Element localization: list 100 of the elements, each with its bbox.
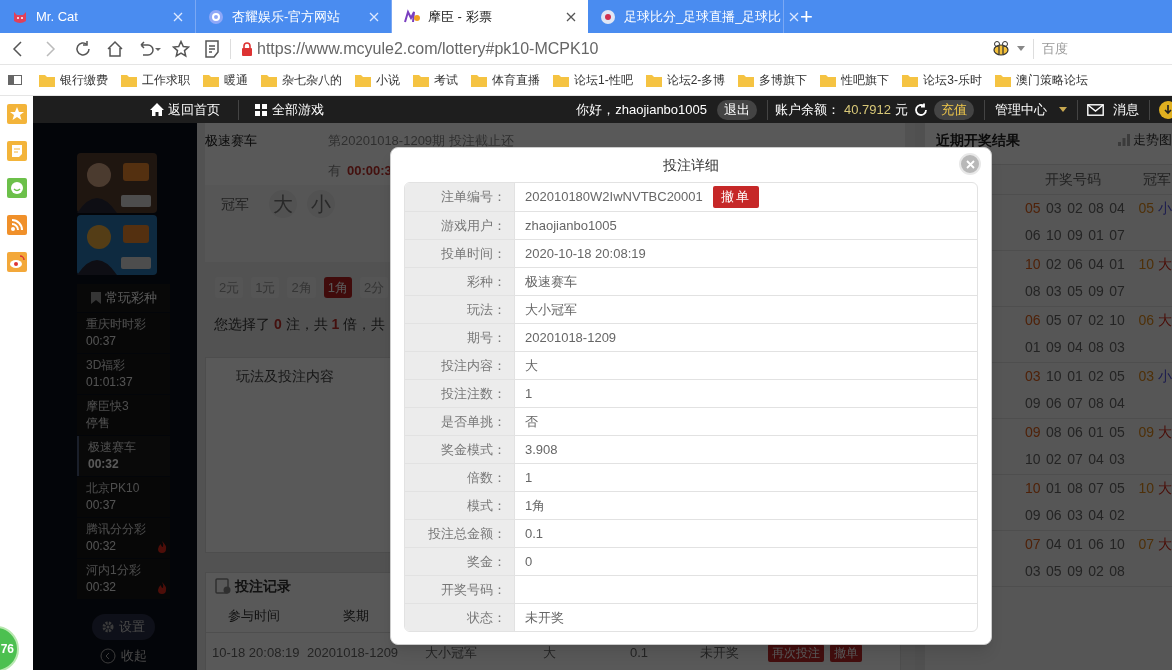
folder-icon [645,73,662,87]
field-value: 2020-10-18 20:08:19 [525,244,646,263]
all-games-link[interactable]: 全部游戏 [255,99,324,120]
field-label: 奖金： [467,552,506,571]
field-value: 20201018-1209 [525,328,617,347]
logout-button[interactable]: 退出 [717,99,757,120]
bookmark-item[interactable]: 性吧旗下 [820,71,890,89]
field-label: 投注内容： [441,356,506,375]
dialog-title: 投注详细 [663,155,719,175]
game-time: 00:32 [86,579,118,596]
logo-icon [404,8,420,25]
bookmark-item[interactable]: 银行缴费 [39,71,108,89]
field-label: 期号： [467,328,506,347]
field-value: 0 [525,552,533,571]
bookmark-item[interactable]: 论坛1-性吧 [553,71,633,89]
ring-icon [208,8,224,25]
field-label: 投注注数： [441,384,506,403]
new-tab-button[interactable]: + [788,0,825,33]
draw-number: 05 [1025,199,1042,218]
settings-icon [102,621,114,633]
bookmark-item[interactable]: 小说 [355,71,400,89]
tab-title: 杏耀娱乐-官方网站 [232,7,342,26]
folder-icon [203,73,219,87]
folder-icon [471,73,487,87]
note-icon[interactable] [204,39,220,58]
recharge-button[interactable]: 充值 [934,99,974,120]
field-label: 玩法： [467,300,506,319]
bookmark-item[interactable]: 工作求职 [121,71,190,89]
bookmark-item[interactable]: 暖通 [203,71,248,89]
field-value: 1 [525,468,533,487]
home-icon [150,103,164,116]
folder-icon [902,73,919,87]
size-result: 大 [1158,311,1172,330]
field-label: 彩种： [467,272,506,291]
field-label: 奖金模式： [441,440,506,459]
folder-icon [820,73,837,87]
size-result: 大 [1158,479,1172,498]
star-icon[interactable] [172,39,190,58]
home-link[interactable]: 返回首页 [150,99,220,120]
rss-icon[interactable] [6,215,27,235]
field-label: 是否单挑： [441,412,506,431]
field-value: 1角 [525,496,546,515]
smiley-icon[interactable] [6,178,27,198]
browser-tab[interactable]: 摩臣 - 彩票 [392,0,588,33]
messages-link[interactable]: 消息 [1087,99,1139,120]
lock-icon [241,41,253,56]
bookmark-item[interactable]: 多博旗下 [738,71,808,89]
field-label: 模式： [467,496,506,515]
browser-tab[interactable]: Mr. Cat [0,0,196,33]
download-icon[interactable] [1158,99,1172,120]
panel-title: 投注记录 [235,576,291,596]
tab-title: 摩臣 - 彩票 [428,7,493,26]
draw-number: 09 [1025,423,1042,442]
game-name: 摩臣快3 [86,398,130,415]
game-name: 河内1分彩 [86,562,142,579]
caret-icon[interactable] [1017,45,1025,52]
home-icon[interactable] [106,39,124,58]
field-label: 注单编号： [441,188,506,207]
caret-icon [1059,107,1067,112]
close-icon[interactable] [566,11,576,22]
record-icon [215,578,231,594]
reload-icon[interactable] [74,39,92,58]
bookmark-item[interactable]: 论坛3-乐时 [902,71,982,89]
bee-icon[interactable] [991,40,1011,57]
folder-icon [413,73,429,87]
champion-number: 10 [1138,255,1154,274]
admin-menu[interactable]: 管理中心 [995,99,1067,120]
bookmark-item[interactable]: 体育直播 [471,71,540,89]
greeting-text: 你好，zhaojianbo1005 [576,100,707,119]
game-time: 01:01:37 [86,374,134,391]
field-value: 大小冠军 [525,300,577,319]
search-field[interactable]: 百度 [1042,38,1162,59]
bookmark-item[interactable]: 论坛2-多博 [645,71,726,89]
column-header: 奖期 [342,606,370,625]
browser-tab[interactable]: 足球比分_足球直播_足球比 [588,0,784,33]
field-label: 投注总金额： [428,524,506,543]
folder-icon [355,73,371,87]
cancel-order-button[interactable]: 撤单 [712,186,759,208]
bookmark-item[interactable]: 考试 [413,71,458,89]
eye-icon[interactable] [6,252,27,272]
url-text[interactable]: https://www.mcyule2.com/lottery#pk10-MCPK10 [257,36,599,61]
sidebar-toggle-icon[interactable] [8,75,22,85]
field-value: 极速赛车 [525,272,577,291]
field-value: 0.1 [525,524,544,543]
game-name: 腾讯分分彩 [86,521,147,538]
game-title: 极速赛车 [205,132,258,151]
game-time: 00:37 [86,333,118,350]
tab-title: 足球比分_足球直播_足球比 [624,7,782,26]
refresh-icon[interactable] [914,102,928,117]
draw-number: 03 [1025,367,1042,386]
size-result: 小 [1158,199,1172,218]
close-icon [965,159,975,169]
champion-number: 03 [1138,367,1154,386]
panel-title: 近期开奖结果 [936,131,1021,150]
champion-number: 09 [1138,423,1154,442]
bookmark-item[interactable]: 澳门策略论坛 [995,71,1088,89]
panel-title: 玩法及投注内容 [236,368,334,384]
field-value: zhaojianbo1005 [525,216,617,235]
champion-number: 05 [1138,199,1154,218]
bookmark-item[interactable]: 杂七杂八的 [261,71,342,89]
